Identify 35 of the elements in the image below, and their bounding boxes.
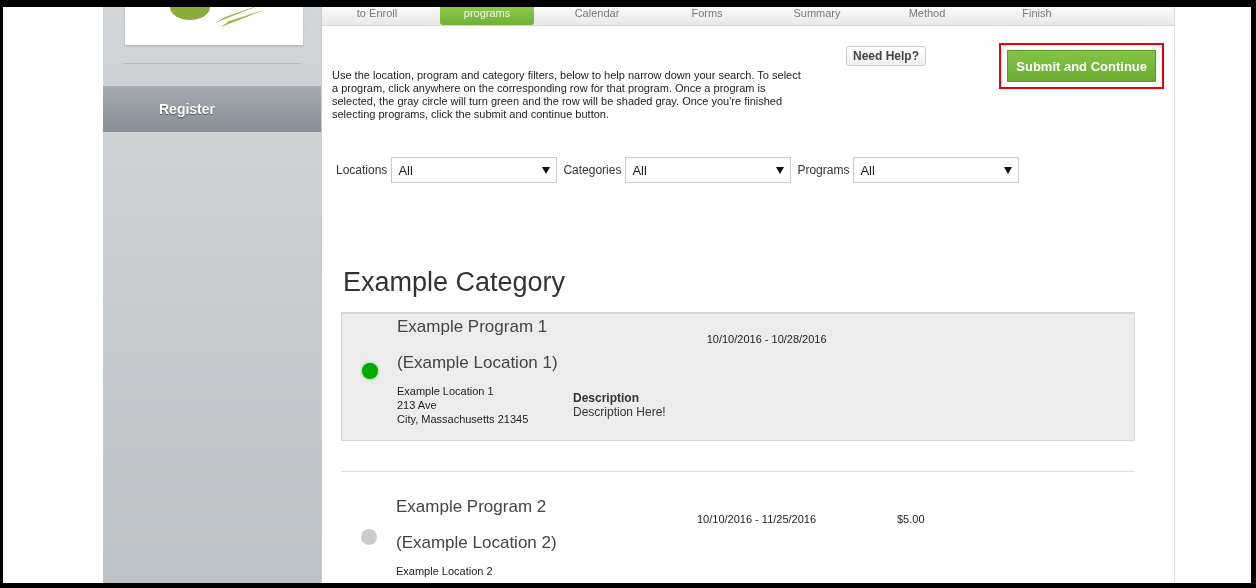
- step-tab[interactable]: Finish: [982, 7, 1092, 25]
- instructions-text: Use the location, program and category filters, below to help narrow down your search. To select a program, click anywhere on the corresponding row for that program. Once a program is selected, the gray circle will turn green and the row will be shaded gray. Once you're finished selecting programs, click the submit and continue button.: [332, 69, 802, 121]
- step-tab[interactable]: Summary: [762, 7, 872, 25]
- program-location: (Example Location 1): [397, 352, 558, 374]
- price-text: $5.00: [897, 513, 925, 527]
- step-tab[interactable]: to Enroll: [322, 7, 432, 25]
- filter-dropdown[interactable]: All: [853, 157, 1020, 183]
- help-button[interactable]: Need Help?: [846, 46, 926, 66]
- description-text: Description Here!: [573, 405, 666, 419]
- caret-icon: [542, 164, 551, 176]
- filter-dropdown[interactable]: All: [625, 157, 792, 183]
- program-row[interactable]: Example Program 2 (Example Location 2) Example Location 2 10/10/2016 - 11/25/2016 $5.00: [341, 471, 1135, 583]
- filter-label: Locations: [336, 163, 388, 177]
- description-label: Description: [573, 391, 640, 405]
- category-heading: Example Category: [343, 267, 567, 298]
- program-location: (Example Location 2): [396, 532, 557, 554]
- filter-dropdown[interactable]: All: [391, 157, 558, 183]
- date-range: 10/10/2016 - 10/28/2016: [706, 333, 828, 347]
- step-tab[interactable]: Calendar: [542, 7, 652, 25]
- submit-button[interactable]: Submit and Continue: [1007, 50, 1156, 82]
- program-row[interactable]: Example Program 1 (Example Location 1) Example Location 1 213 Ave City, Massachusetts 21345 Description Description Here! 10/10/2016 - 10/28/2016: [341, 312, 1135, 441]
- filter-label: Categories: [563, 163, 622, 177]
- step-tab[interactable]: Method: [872, 7, 982, 25]
- sidebar-item[interactable]: Register: [103, 86, 321, 132]
- program-name: Example Program 1: [397, 316, 548, 338]
- caret-icon: [1004, 164, 1013, 176]
- address-text: Example Location 2: [396, 564, 494, 578]
- filter-label: Programs: [797, 163, 850, 177]
- status-dot: [361, 363, 378, 379]
- step-tab[interactable]: Forms: [652, 7, 762, 25]
- program-name: Example Program 2: [396, 496, 547, 518]
- caret-icon: [776, 164, 785, 176]
- address-text: Example Location 1 213 Ave City, Massachusetts 21345: [397, 384, 530, 426]
- date-range: 10/10/2016 - 11/25/2016: [697, 513, 818, 527]
- status-dot: [360, 529, 377, 545]
